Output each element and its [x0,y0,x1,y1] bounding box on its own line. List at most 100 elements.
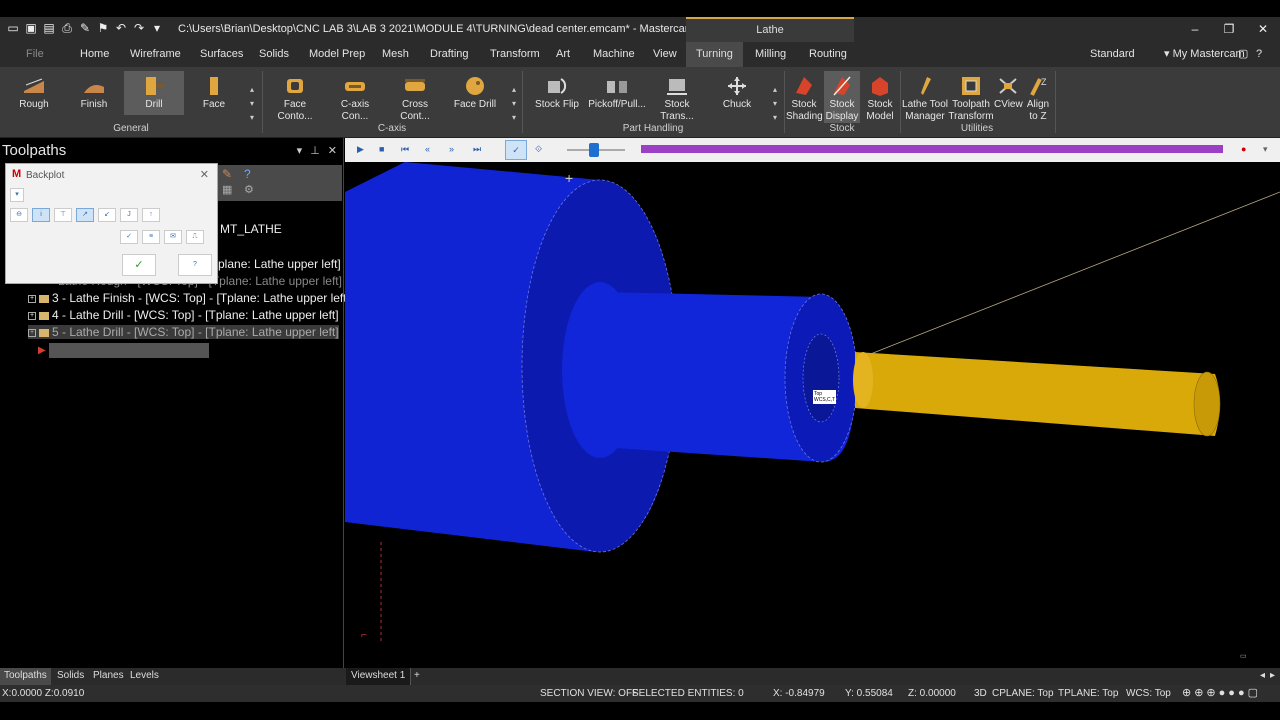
finish-button[interactable]: Finish [68,71,120,119]
toolpath-row-5[interactable]: +5 - Lathe Drill - [WCS: Top] - [Tplane:… [28,325,339,339]
stock-flip-button[interactable]: Stock Flip [530,71,584,119]
open-icon[interactable]: ▤ [42,21,56,35]
tab-toolpaths[interactable]: Toolpaths [0,668,51,685]
caxis-scroll[interactable]: ▴ ▾ ▾ [509,83,519,127]
filter-icon[interactable]: ≡ [142,230,160,244]
stock-shading-button[interactable]: Stock Shading [786,71,823,123]
chat-icon[interactable]: ▢ [1238,42,1248,67]
customize-qat-icon[interactable]: ▾ [150,21,164,35]
pin-icon[interactable]: ⊥ [310,144,320,157]
tab-art[interactable]: Art [556,42,570,67]
standard-dropdown[interactable]: Standard [1090,42,1135,67]
section-view-status[interactable]: SECTION VIEW: OFF [540,688,638,699]
stock-transfer-button[interactable]: Stock Trans... [648,71,706,122]
rapid-icon[interactable]: ↙ [98,208,116,222]
help-button[interactable]: ? [178,254,212,276]
face-drill-button[interactable]: Face Drill [450,71,500,119]
graphics-viewport[interactable]: Top WCS,C,T + ⌐ ▭ [345,162,1280,667]
last-icon[interactable]: ⏭ [473,144,481,155]
tab-machine[interactable]: Machine [593,42,635,67]
caxis-contour-button[interactable]: C-axis Con... [327,71,383,122]
export-icon[interactable]: ⎍ [186,230,204,244]
tab-levels[interactable]: Levels [130,670,159,681]
mode-status[interactable]: 3D [974,688,987,699]
tab-wireframe[interactable]: Wireframe [130,42,181,67]
tab-transform[interactable]: Transform [490,42,540,67]
progress-bar[interactable] [641,145,1223,153]
trace-icon[interactable]: ✓ [505,140,527,160]
stock-model-button[interactable]: Stock Model [862,71,898,123]
stop-icon[interactable]: ■ [379,144,384,154]
new-file-icon[interactable]: ▭ [6,21,20,35]
my-mastercam-dropdown[interactable]: ▾ My Mastercam [1164,42,1245,67]
expand-icon[interactable]: + [28,328,36,337]
gear-icon[interactable]: ⚙ [244,183,254,196]
align-to-z-button[interactable]: Z Align to Z [1024,71,1052,123]
tab-solids[interactable]: Solids [57,670,84,681]
cview-button[interactable]: CView [994,71,1023,123]
options-icon[interactable]: ▾ [1263,144,1268,155]
scroll-left-icon[interactable]: ◂ [1260,670,1265,681]
cross-contour-button[interactable]: Cross Cont... [386,71,444,122]
tab-milling[interactable]: Milling [755,42,786,67]
help-icon[interactable]: ? [1256,42,1262,67]
minimize-button[interactable]: – [1178,17,1212,42]
lathe-tool-manager-button[interactable]: Lathe Tool Manager [902,71,948,123]
stock-display-button[interactable]: Stock Display [824,71,860,123]
info-icon[interactable]: i [32,208,50,222]
cplane-status[interactable]: CPLANE: Top [992,688,1054,699]
step-back-icon[interactable]: « [425,144,430,154]
tab-viewsheet-1[interactable]: Viewsheet 1 [346,668,412,685]
face-button[interactable]: Face [190,71,238,119]
face-contour-button[interactable]: Face Conto... [266,71,324,122]
wcs-status[interactable]: WCS: Top [1126,688,1171,699]
redo-icon[interactable]: ↷ [132,21,146,35]
close-icon[interactable]: ✕ [200,168,209,181]
play-icon[interactable]: ▶ [357,144,364,155]
tab-surfaces[interactable]: Surfaces [200,42,243,67]
tab-routing[interactable]: Routing [809,42,847,67]
close-button[interactable]: ✕ [1246,17,1280,42]
speed-slider-thumb[interactable] [589,143,599,157]
holder-icon[interactable]: ↗ [76,208,94,222]
scroll-right-icon[interactable]: ▸ [1270,670,1275,681]
record-icon[interactable]: ● [1241,144,1246,154]
tab-planes[interactable]: Planes [93,670,124,681]
toolpath-row-1[interactable]: plane: Lathe upper left] [218,257,341,271]
drill-button[interactable]: Drill [124,71,184,115]
tab-drafting[interactable]: Drafting [430,42,469,67]
toolpath-transform-button[interactable]: Toolpath Transform [948,71,994,123]
tab-view[interactable]: View [653,42,677,67]
expand-icon[interactable]: + [28,311,36,320]
expand-icon[interactable]: + [28,294,36,303]
display-icon[interactable]: ⊖ [10,208,28,222]
close-icon[interactable]: ✕ [328,144,337,157]
first-icon[interactable]: ⏮ [401,144,409,155]
rough-button[interactable]: Rough [8,71,60,119]
tab-turning[interactable]: Turning [686,42,743,67]
part-handling-scroll[interactable]: ▴ ▾ ▾ [770,83,780,127]
toolpath-row-3[interactable]: +3 - Lathe Finish - [WCS: Top] - [Tplane… [28,291,350,305]
tab-model-prep[interactable]: Model Prep [309,42,365,67]
general-scroll[interactable]: ▴ ▾ ▾ [247,83,257,127]
edit-icon[interactable]: ✎ [222,167,232,181]
add-viewsheet-button[interactable]: + [414,670,420,681]
grid-icon[interactable]: ▦ [222,183,232,196]
collapse-icon[interactable]: ▾ [10,188,24,202]
save-icon[interactable]: ✉ [164,230,182,244]
selected-entities-status[interactable]: SELECTED ENTITIES: 0 [632,688,744,699]
chuck-button[interactable]: Chuck [712,71,762,119]
endpoint-icon[interactable]: ↑ [142,208,160,222]
tab-mesh[interactable]: Mesh [382,42,409,67]
tplane-status[interactable]: TPLANE: Top [1058,688,1118,699]
undo-icon[interactable]: ↶ [114,21,128,35]
print-icon[interactable]: ⎙ [60,21,74,35]
save-icon[interactable]: ▣ [24,21,38,35]
toolpath-row-4[interactable]: +4 - Lathe Drill - [WCS: Top] - [Tplane:… [28,308,339,322]
help-icon[interactable]: ? [244,167,251,181]
entity-icon[interactable]: J [120,208,138,222]
restore-button[interactable]: ❐ [1212,17,1246,42]
ok-button[interactable]: ✓ [122,254,156,276]
tool-icon[interactable]: ⊤ [54,208,72,222]
pickoff-button[interactable]: Pickoff/Pull... [588,71,646,119]
